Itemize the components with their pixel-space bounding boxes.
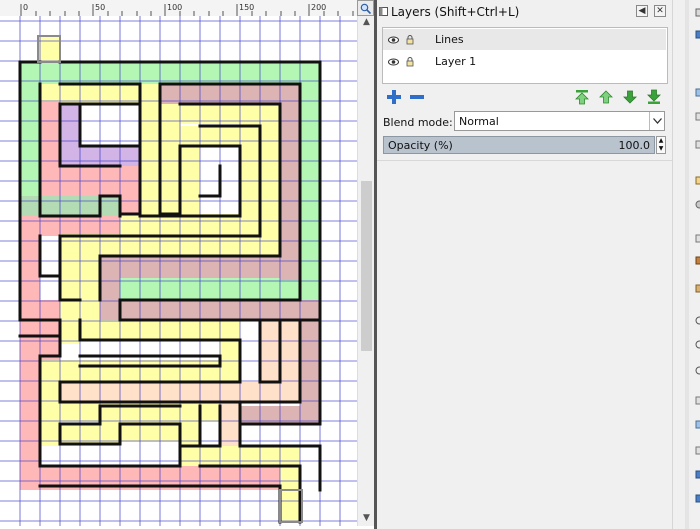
tool-icon[interactable]	[695, 256, 700, 265]
eye-icon[interactable]	[388, 36, 399, 44]
toolbar-scrollbar[interactable]	[685, 0, 689, 529]
ruler-label-100: 100	[167, 3, 182, 12]
tool-icon[interactable]	[695, 140, 700, 149]
raise-to-top-icon[interactable]	[574, 89, 590, 105]
layer-list: Lines Layer 1	[382, 27, 668, 84]
minus-icon[interactable]	[409, 89, 425, 105]
layer-row-lines[interactable]: Lines	[383, 29, 666, 50]
ruler-label-150: 150	[239, 3, 254, 12]
dock-icon	[379, 7, 388, 16]
lower-to-bottom-icon[interactable]	[646, 89, 662, 105]
tool-icon[interactable]	[695, 234, 700, 243]
scroll-down-arrow-icon[interactable]: ▼	[362, 514, 371, 523]
ruler-ticks: 0 50 100 150 200	[20, 3, 354, 16]
tool-icon[interactable]	[695, 340, 700, 349]
raise-icon[interactable]	[598, 89, 614, 105]
magnifier-icon	[360, 3, 371, 14]
tool-icon[interactable]	[695, 176, 700, 185]
canvas-vertical-scrollbar[interactable]: ▲ ▼	[357, 16, 375, 526]
layer-name: Layer 1	[435, 55, 477, 68]
blend-mode-select[interactable]: Normal	[454, 111, 665, 131]
panel-collapse-button[interactable]: ◀	[636, 5, 648, 17]
tool-icon[interactable]	[695, 446, 700, 455]
zoom-button[interactable]	[357, 0, 374, 16]
tool-icon[interactable]	[695, 284, 700, 293]
lock-icon[interactable]	[406, 56, 414, 67]
lock-icon[interactable]	[406, 34, 414, 45]
tool-icon[interactable]	[695, 200, 700, 209]
chevron-down-icon[interactable]	[649, 112, 664, 130]
tool-icon[interactable]	[695, 8, 700, 17]
tool-icon[interactable]	[695, 88, 700, 97]
tool-icon[interactable]	[695, 494, 700, 503]
opacity-value: 100.0	[618, 139, 651, 152]
eye-icon[interactable]	[388, 58, 399, 66]
panel-close-button[interactable]: ✕	[654, 5, 666, 17]
tool-icon[interactable]	[695, 30, 700, 39]
opacity-spinner[interactable]: ▲ ▼	[656, 136, 666, 154]
canvas-area[interactable]: 0 50 100 150 200 ▲ ▼	[0, 0, 376, 529]
plus-icon[interactable]	[386, 89, 402, 105]
lower-icon[interactable]	[622, 89, 638, 105]
horizontal-ruler: 0 50 100 150 200	[0, 0, 357, 17]
scrollbar-thumb[interactable]	[361, 181, 372, 351]
tool-icon[interactable]	[695, 470, 700, 479]
right-toolbar	[672, 0, 700, 529]
tool-icon[interactable]	[695, 366, 700, 375]
opacity-label: Opacity (%)	[388, 139, 453, 152]
spin-down-icon[interactable]: ▼	[657, 145, 665, 153]
maze-drawing[interactable]	[0, 16, 357, 526]
opacity-field[interactable]: Opacity (%) 100.0	[383, 136, 655, 154]
ruler-label-200: 200	[311, 3, 326, 12]
blend-mode-value: Normal	[459, 115, 499, 128]
ruler-label-0: 0	[23, 3, 28, 12]
tool-icon[interactable]	[695, 112, 700, 121]
spin-up-icon[interactable]: ▲	[657, 137, 665, 145]
layers-panel: Layers (Shift+Ctrl+L) ◀ ✕ Lines Layer 1 …	[377, 0, 672, 529]
tool-icon[interactable]	[695, 396, 700, 405]
blend-mode-label: Blend mode:	[383, 116, 453, 129]
layer-row-layer-1[interactable]: Layer 1	[383, 51, 666, 72]
tool-icon[interactable]	[695, 316, 700, 325]
tool-icon[interactable]	[695, 420, 700, 429]
ruler-label-50: 50	[95, 3, 105, 12]
layers-panel-title: Layers (Shift+Ctrl+L)	[391, 5, 520, 19]
layer-name: Lines	[435, 33, 464, 46]
scroll-up-arrow-icon[interactable]: ▲	[362, 18, 371, 27]
panel-title-bar: Layers (Shift+Ctrl+L)	[377, 2, 672, 22]
layer-actions	[377, 89, 672, 109]
panel-separator	[377, 160, 672, 161]
